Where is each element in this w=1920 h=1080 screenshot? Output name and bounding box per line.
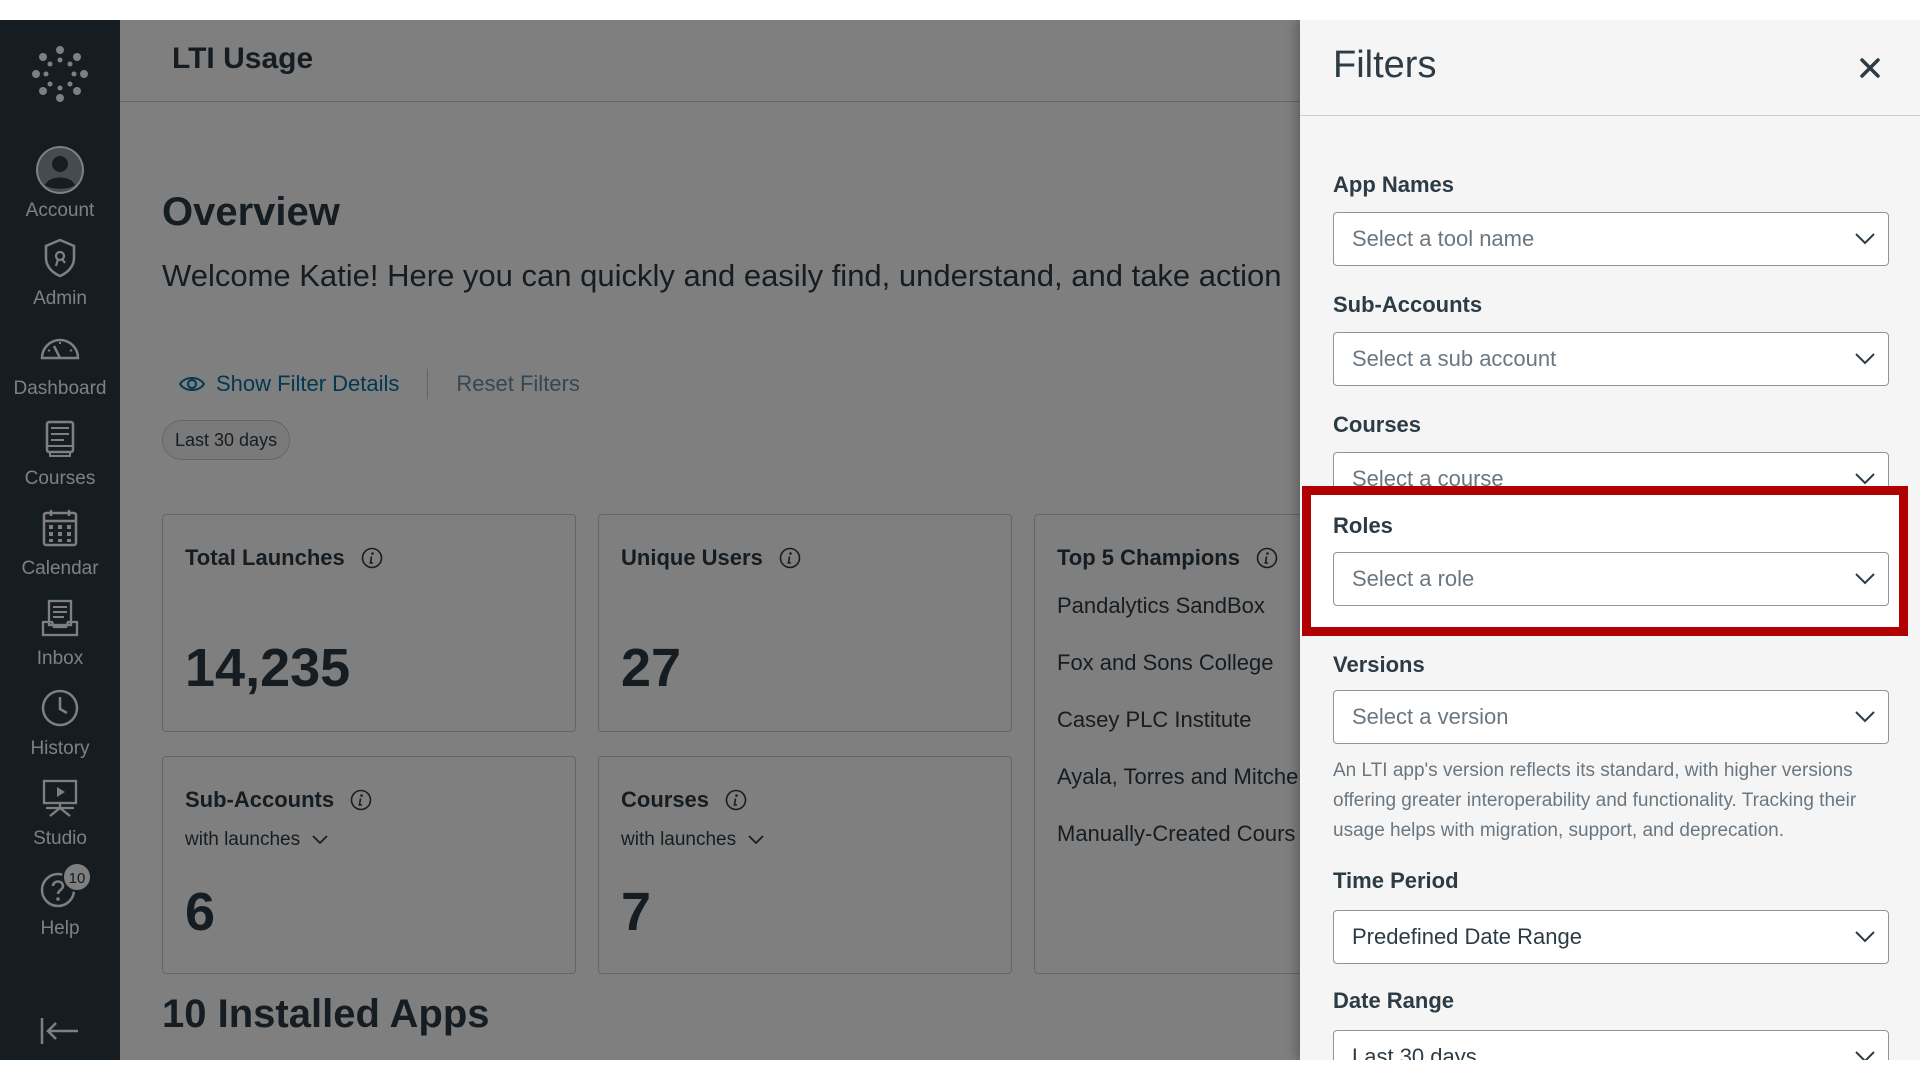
sub-accounts-select[interactable]: Select a sub account: [1333, 332, 1889, 386]
courses-filter-label: Courses: [1333, 412, 1422, 437]
roles-select[interactable]: Select a role: [1333, 552, 1889, 606]
chevron-down-icon: [1855, 711, 1875, 723]
tray-header: Filters: [1300, 20, 1920, 116]
time-period-label: Time Period: [1333, 868, 1459, 893]
versions-placeholder: Select a version: [1352, 704, 1509, 729]
chevron-down-icon: [1855, 1051, 1875, 1060]
chevron-down-icon: [1855, 353, 1875, 365]
versions-select[interactable]: Select a version: [1333, 690, 1889, 744]
roles-placeholder: Select a role: [1352, 566, 1475, 591]
courses-placeholder: Select a course: [1352, 466, 1504, 491]
chevron-down-icon: [1855, 573, 1875, 585]
date-range-select[interactable]: Last 30 days: [1333, 1030, 1889, 1060]
sub-accounts-placeholder: Select a sub account: [1352, 346, 1557, 371]
close-icon[interactable]: [1852, 50, 1888, 86]
app-frame: Account Admin Dashboard Co: [0, 20, 1920, 1060]
versions-label: Versions: [1333, 652, 1425, 677]
date-range-value: Last 30 days: [1352, 1044, 1477, 1060]
time-period-select[interactable]: Predefined Date Range: [1333, 910, 1889, 964]
date-range-label: Date Range: [1333, 988, 1455, 1013]
app-names-placeholder: Select a tool name: [1352, 226, 1535, 251]
sub-accounts-filter-label: Sub-Accounts: [1333, 292, 1483, 317]
app-names-label: App Names: [1333, 172, 1455, 197]
tray-title: Filters: [1333, 44, 1437, 86]
chevron-down-icon: [1855, 931, 1875, 943]
app-names-select[interactable]: Select a tool name: [1333, 212, 1889, 266]
chevron-down-icon: [1855, 473, 1875, 485]
time-period-value: Predefined Date Range: [1352, 924, 1582, 949]
roles-label: Roles: [1333, 513, 1393, 538]
version-help-text: An LTI app's version reflects its standa…: [1333, 760, 1857, 841]
chevron-down-icon: [1855, 233, 1875, 245]
roles-section: Roles Select a role: [1311, 495, 1899, 627]
